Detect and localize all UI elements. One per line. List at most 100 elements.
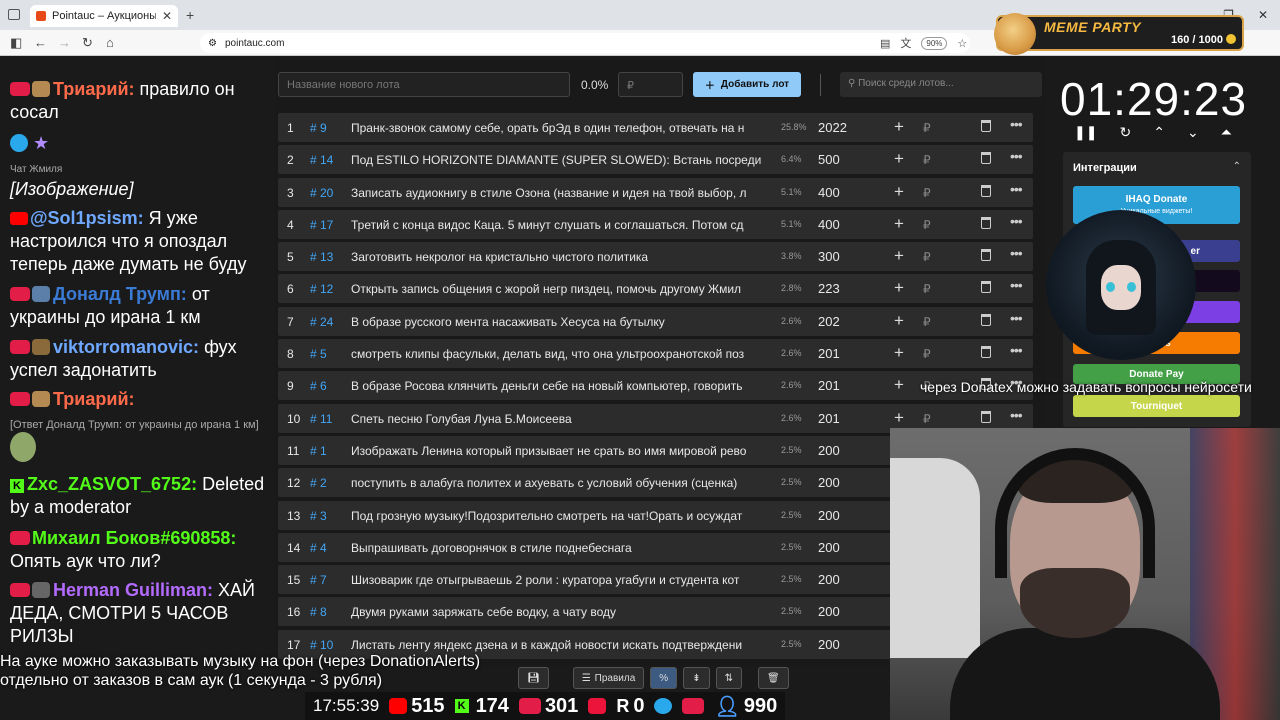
lot-amount[interactable]: 200 [818, 604, 840, 619]
lot-row[interactable]: 1 # 9 Пранк-звонок самому себе, орать брЭд… [278, 113, 1033, 142]
lot-amount[interactable]: 500 [818, 152, 840, 167]
sidebar-icon[interactable]: ◧ [10, 35, 22, 51]
lot-amount[interactable]: 201 [818, 411, 840, 426]
lot-amount[interactable]: 200 [818, 572, 840, 587]
chevron-up-icon[interactable]: ⌃ [1233, 161, 1241, 172]
browser-tab[interactable]: Pointauc – Аукционы, лотереи ✕ [30, 5, 178, 27]
close-window-icon[interactable]: ✕ [1258, 8, 1268, 22]
vtuber-avatar [1046, 210, 1196, 360]
sort-icon[interactable]: ⇅ [715, 667, 742, 689]
add-amount-icon[interactable]: + [894, 343, 904, 363]
bookmark-icon[interactable]: ☆ [957, 37, 967, 50]
ruble-icon: ₽ [923, 282, 931, 297]
tourniquet-button[interactable]: Tourniquet [1073, 395, 1240, 417]
home-icon[interactable]: ⌂ [106, 35, 114, 50]
amount-input[interactable]: ₽ [618, 72, 683, 97]
add-amount-icon[interactable]: + [894, 149, 904, 169]
lot-row[interactable]: 4 # 17 Третий с конца видос Каца. 5 минут … [278, 209, 1033, 239]
add-lot-button[interactable]: ＋ Добавить лот [693, 72, 801, 97]
lot-row[interactable]: 3 # 20 Записать аудиокнигу в стиле Озона (… [278, 177, 1033, 207]
lot-amount[interactable]: 400 [818, 185, 840, 200]
more-icon[interactable]: ••• [1010, 245, 1023, 261]
zoom-level[interactable]: 90% [921, 36, 948, 50]
lot-row[interactable]: 2 # 14 Под ESTILO HORIZONTE DIAMANTE (SUPE… [278, 145, 1033, 175]
save-icon[interactable]: 💾︎ [518, 667, 549, 689]
more-icon[interactable]: ••• [1010, 277, 1023, 293]
lot-row[interactable]: 7 # 24 В образе русского мента насаживать … [278, 306, 1033, 336]
lot-amount[interactable]: 223 [818, 281, 840, 296]
forward-icon[interactable]: → [58, 35, 71, 50]
restart-icon[interactable]: ↻ [1119, 124, 1131, 141]
add-amount-icon[interactable]: + [894, 214, 904, 234]
address-bar[interactable]: ⚙ pointauc.com [200, 33, 970, 53]
lot-amount[interactable]: 200 [818, 540, 840, 555]
delete-icon[interactable] [981, 249, 991, 262]
lot-amount[interactable]: 200 [818, 475, 840, 490]
add-amount-icon[interactable]: + [894, 311, 904, 331]
lot-amount[interactable]: 400 [818, 217, 840, 232]
more-icon[interactable]: ••• [1010, 213, 1023, 229]
r-icon: R [616, 695, 630, 716]
more-icon[interactable]: ••• [1010, 116, 1023, 132]
add-amount-icon[interactable]: + [894, 408, 904, 428]
add-amount-icon[interactable]: + [894, 246, 904, 266]
back-icon[interactable]: ← [34, 35, 47, 50]
lot-row[interactable]: 8 # 5 смотреть клипы фасульки, делать вид,… [278, 339, 1033, 369]
more-icon[interactable]: ••• [1010, 148, 1023, 164]
delete-icon[interactable] [981, 184, 991, 197]
lot-amount[interactable]: 201 [818, 378, 840, 393]
more-icon[interactable]: ••• [1010, 342, 1023, 358]
total-viewers: 👤︎ 990 [714, 694, 778, 718]
add-amount-icon[interactable]: + [894, 375, 904, 395]
rules-button[interactable]: ☰ Правила [572, 667, 645, 689]
lot-amount[interactable]: 2022 [818, 120, 847, 135]
lot-title: Пранк-звонок самому себе, орать брЭд в о… [351, 121, 745, 135]
clear-icon[interactable]: 🗑︎ [757, 667, 789, 689]
reload-icon[interactable]: ↻ [82, 35, 93, 51]
reader-icon[interactable]: ▤ [880, 37, 890, 50]
lot-row[interactable]: 5 # 13 Заготовить некролог на кристально ч… [278, 242, 1033, 272]
lot-percent: 2.6% [781, 315, 802, 326]
tab-actions-icon[interactable] [8, 9, 20, 20]
lot-title: Заготовить некролог на кристально чистог… [351, 250, 649, 265]
translate-icon[interactable]: 文 [900, 35, 911, 51]
lot-amount[interactable]: 201 [818, 346, 840, 361]
delete-icon[interactable] [981, 216, 991, 229]
chat-message: @Sol1psism: Я уже настроился что я опозд… [10, 208, 247, 274]
lot-title: Под ESTILO HORIZONTE DIAMANTE (SUPER SLO… [351, 153, 762, 168]
lot-amount[interactable]: 200 [818, 637, 840, 652]
subtract-time-icon[interactable]: ⌄ [1187, 124, 1199, 141]
lot-percent: 2.5% [781, 638, 802, 649]
more-icon[interactable]: ••• [1010, 310, 1023, 326]
percent-toggle[interactable]: % [650, 667, 678, 689]
lot-amount[interactable]: 202 [818, 314, 840, 329]
align-icon[interactable]: ⇟ [683, 667, 710, 689]
new-lot-input[interactable]: Название нового лота [278, 72, 570, 97]
new-tab-icon[interactable]: + [186, 7, 194, 23]
close-tab-icon[interactable]: ✕ [162, 9, 172, 23]
pause-icon[interactable]: ❚❚ [1074, 124, 1097, 141]
lot-amount[interactable]: 200 [818, 443, 840, 458]
lot-amount[interactable]: 200 [818, 508, 840, 523]
search-input[interactable]: ⚲ Поиск среди лотов... [840, 72, 1042, 97]
add-amount-icon[interactable]: + [894, 182, 904, 202]
lot-id: # 9 [310, 121, 327, 135]
lot-row[interactable]: 6 # 12 Открыть запись общения с жорой негр… [278, 274, 1033, 304]
add-amount-icon[interactable]: + [894, 278, 904, 298]
more-icon[interactable]: ••• [1010, 181, 1023, 197]
lot-id: # 12 [310, 282, 334, 297]
delete-icon[interactable] [981, 313, 991, 326]
lot-amount[interactable]: 300 [818, 249, 840, 264]
add-time-icon[interactable]: ⌃ [1153, 124, 1165, 141]
delete-icon[interactable] [981, 346, 991, 359]
ruble-icon: ₽ [923, 121, 931, 135]
delete-icon[interactable] [981, 152, 991, 165]
delete-icon[interactable] [981, 410, 991, 423]
site-info-icon[interactable]: ⚙ [208, 38, 217, 49]
collapse-icon[interactable]: ⏶ [1221, 124, 1232, 141]
delete-icon[interactable] [981, 281, 991, 294]
lot-title: Двумя руками заряжать себе водку, а чату… [351, 605, 617, 620]
add-amount-icon[interactable]: + [894, 117, 904, 137]
delete-icon[interactable] [981, 120, 991, 132]
more-icon[interactable]: ••• [1010, 407, 1023, 423]
